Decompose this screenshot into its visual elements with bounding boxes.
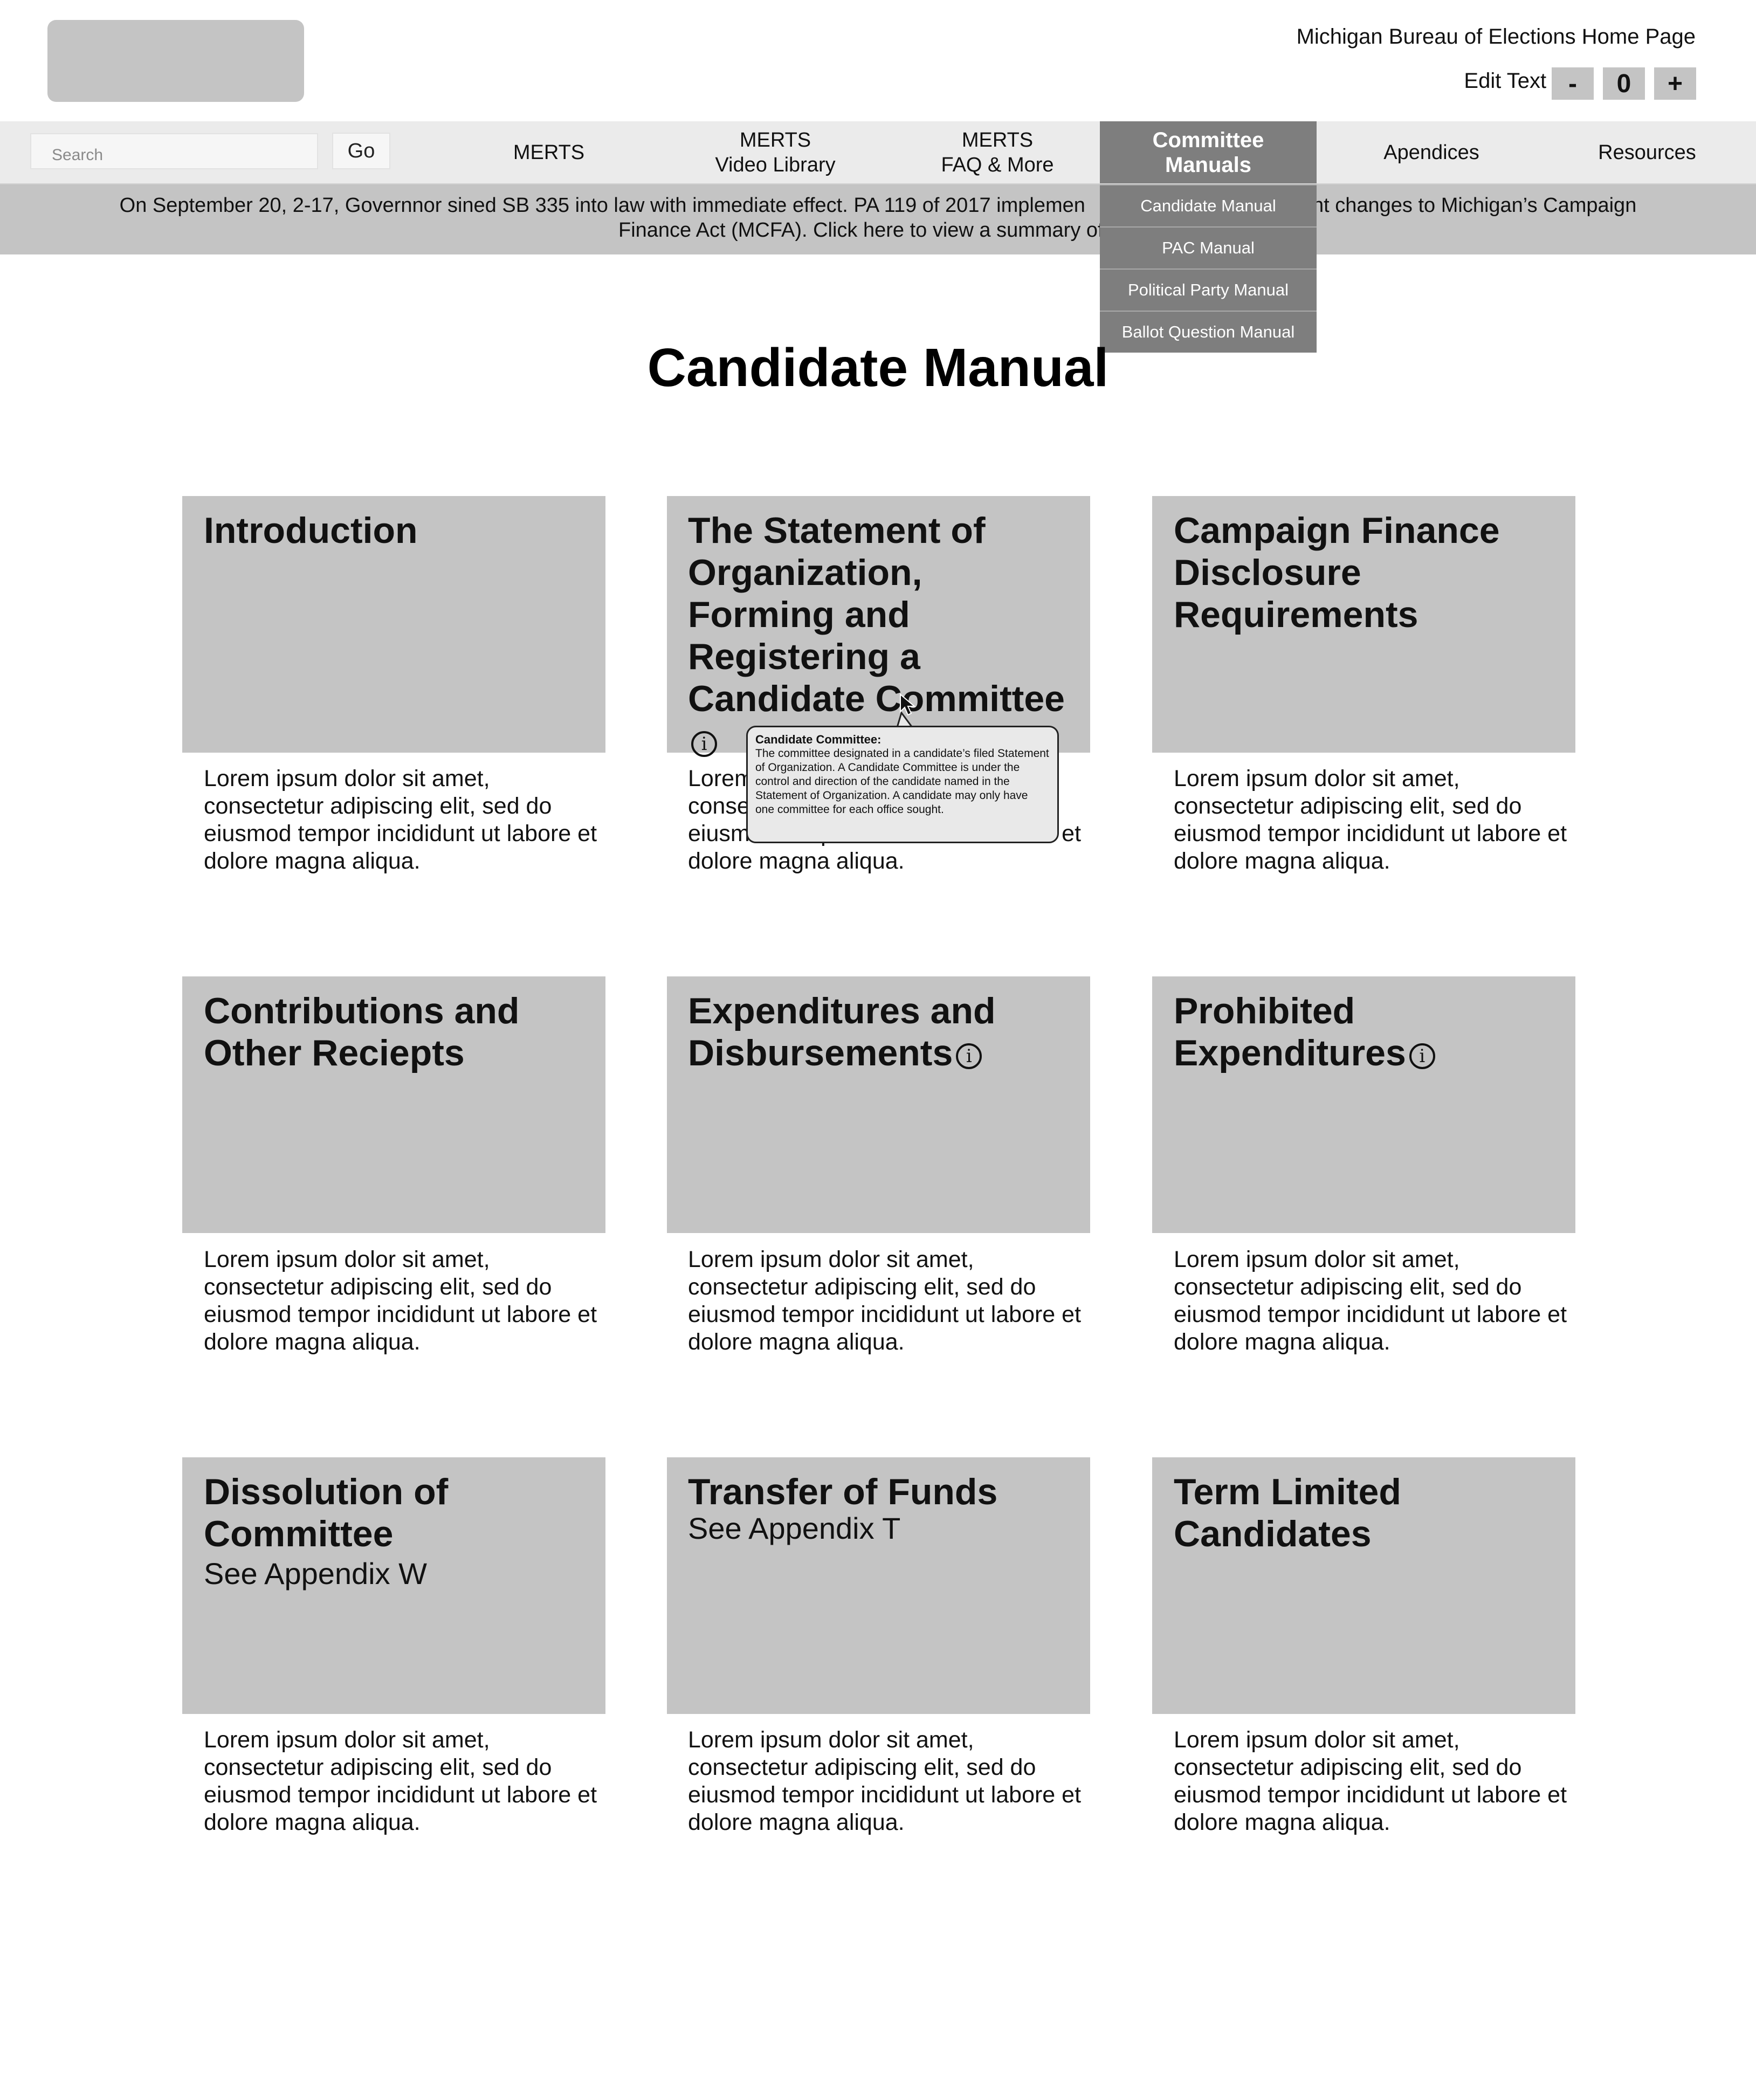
card-description: Lorem ipsum dolor sit amet, consectetur … xyxy=(204,766,597,874)
card-description: Lorem ipsum dolor sit amet, consectetur … xyxy=(1174,1247,1567,1355)
page-title: Candidate Manual xyxy=(647,338,1109,398)
card-title[interactable]: Contributions and Other Reciepts xyxy=(204,990,592,1074)
card-description: Lorem ipsum dolor sit amet, consectetur … xyxy=(1174,1727,1567,1835)
search-go-button[interactable]: Go xyxy=(332,133,390,169)
dropdown-candidate-manual[interactable]: Candidate Manual xyxy=(1100,184,1317,226)
search-input[interactable]: Search xyxy=(30,133,318,169)
card-description: Lorem ipsum dolor sit amet, consectetur … xyxy=(1174,766,1567,874)
nav-label-line: MERTS xyxy=(961,128,1034,152)
info-icon[interactable]: i xyxy=(1409,1043,1435,1069)
card-description: Lorem ipsum dolor sit amet, consectetur … xyxy=(688,1247,1082,1355)
nav-resources-label: Resources xyxy=(1598,141,1696,164)
nav-merts-label: MERTS xyxy=(513,141,585,164)
nav-merts[interactable]: MERTS xyxy=(485,121,612,183)
info-icon[interactable]: i xyxy=(956,1043,982,1069)
text-size-value: 0 xyxy=(1603,67,1645,100)
nav-apendices[interactable]: Apendices xyxy=(1359,121,1504,183)
tooltip-title: Candidate Committee: xyxy=(755,733,882,746)
dropdown-pac-manual[interactable]: PAC Manual xyxy=(1100,226,1317,268)
announcement-text[interactable]: On September 20, 2-17, Governnor sined S… xyxy=(75,193,1681,243)
card-subtitle: See Appendix T xyxy=(688,1511,901,1545)
card-description: Lorem ipsum dolor sit amet, consectetur … xyxy=(688,1727,1082,1835)
nav-merts-video-library[interactable]: MERTS Video Library xyxy=(685,121,866,183)
nav-committee-manuals[interactable]: Committee Manuals xyxy=(1100,121,1317,183)
card-title[interactable]: The Statement of Organization, Forming a… xyxy=(688,509,1076,762)
card-title[interactable]: Expenditures and Disbursements i xyxy=(688,990,1076,1074)
cursor-arrow-icon xyxy=(900,693,916,716)
card-title[interactable]: Campaign Finance Disclosure Requirements xyxy=(1174,509,1562,636)
card-subtitle: See Appendix W xyxy=(204,1557,428,1591)
banner-line-1-end: ant changes to Michigan’s Campaign xyxy=(1300,194,1637,217)
nav-label-line: Committee xyxy=(1152,128,1264,152)
tooltip-candidate-committee: Candidate Committee: The committee desig… xyxy=(746,726,1059,843)
card-title[interactable]: Dissolution of Committee See Appendix W xyxy=(204,1471,592,1593)
nav-apendices-label: Apendices xyxy=(1383,141,1479,164)
banner-line-1: On September 20, 2-17, Governnor sined S… xyxy=(119,194,1085,217)
card-title[interactable]: Term Limited Candidates xyxy=(1174,1471,1562,1555)
nav-label-line: MERTS xyxy=(739,128,811,152)
info-icon[interactable]: i xyxy=(691,731,717,757)
logo-placeholder[interactable] xyxy=(47,20,304,102)
nav-label-line: FAQ & More xyxy=(941,153,1054,176)
increase-text-size-button[interactable]: + xyxy=(1654,67,1696,100)
dropdown-political-party-manual[interactable]: Political Party Manual xyxy=(1100,268,1317,311)
home-page-link[interactable]: Michigan Bureau of Elections Home Page xyxy=(1297,25,1696,49)
banner-line-2: Finance Act (MCFA). Click here to view a… xyxy=(618,219,1138,242)
nav-merts-faq[interactable]: MERTS FAQ & More xyxy=(917,121,1078,183)
card-description: Lorem ipsum dolor sit amet, consectetur … xyxy=(204,1727,597,1835)
decrease-text-size-button[interactable]: - xyxy=(1552,67,1594,100)
nav-resources[interactable]: Resources xyxy=(1564,121,1731,183)
nav-label-line: Video Library xyxy=(715,153,836,176)
card-title[interactable]: Introduction xyxy=(204,509,592,552)
nav-label-line: Manuals xyxy=(1165,153,1252,177)
card-description: Lorem ipsum dolor sit amet, consectetur … xyxy=(204,1247,597,1355)
card-title[interactable]: Prohibited Expenditures i xyxy=(1174,990,1454,1074)
tooltip-body: The committee designated in a candidate’… xyxy=(755,747,1049,816)
card-title[interactable]: Transfer of Funds See Appendix T xyxy=(688,1471,1076,1544)
